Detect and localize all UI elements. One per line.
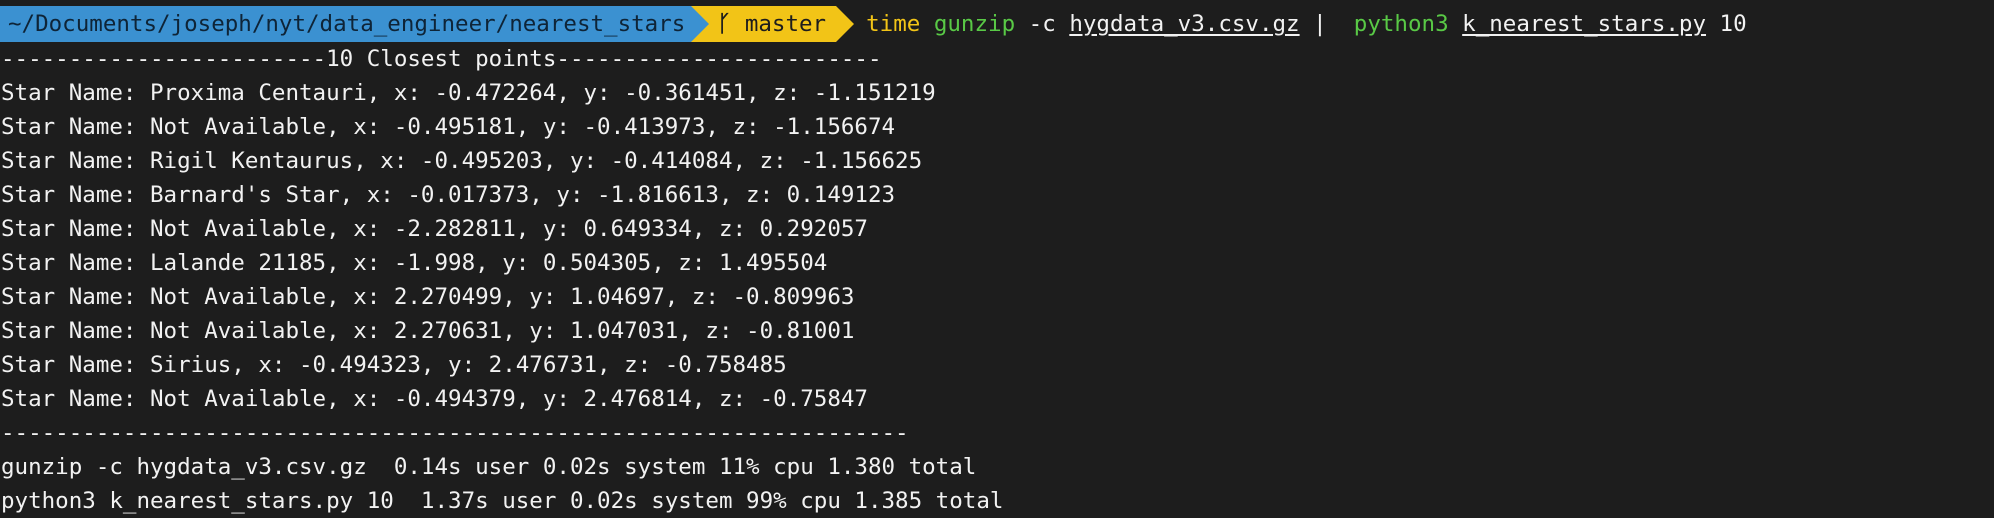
output-line: Star Name: Not Available, x: 2.270631, y… xyxy=(1,318,855,344)
output-line: Star Name: Rigil Kentaurus, x: -0.495203… xyxy=(1,148,923,174)
terminal-window[interactable]: ~/Documents/joseph/nyt/data_engineer/nea… xyxy=(0,0,1994,518)
command-script: k_nearest_stars.py xyxy=(1462,11,1707,37)
output-line: Star Name: Lalande 21185, x: -1.998, y: … xyxy=(1,250,828,276)
output-line: Star Name: Proxima Centauri, x: -0.47226… xyxy=(1,80,936,106)
timing-line: gunzip -c hygdata_v3.csv.gz 0.14s user 0… xyxy=(1,454,977,480)
command-input[interactable]: time gunzip -c hygdata_v3.csv.gz | pytho… xyxy=(866,6,1747,42)
prompt-path: ~/Documents/joseph/nyt/data_engineer/nea… xyxy=(0,6,692,42)
branch-name: master xyxy=(744,11,827,37)
prompt-line: ~/Documents/joseph/nyt/data_engineer/nea… xyxy=(0,6,1994,42)
command-gunzip: gunzip xyxy=(933,11,1016,37)
output-line: Star Name: Not Available, x: -0.495181, … xyxy=(1,114,896,140)
powerline-separator-icon xyxy=(836,6,855,42)
output-line: Star Name: Not Available, x: -0.494379, … xyxy=(1,386,868,412)
output-line: Star Name: Not Available, x: -2.282811, … xyxy=(1,216,868,242)
timing-line: python3 k_nearest_stars.py 10 1.37s user… xyxy=(1,488,1004,514)
output-line: Star Name: Barnard's Star, x: -0.017373,… xyxy=(1,182,896,208)
command-pipe: | xyxy=(1299,11,1354,37)
output-line: Star Name: Not Available, x: 2.270499, y… xyxy=(1,284,855,310)
command-time: time xyxy=(866,11,921,37)
git-branch-icon: ᚴ xyxy=(717,11,731,37)
command-flag: -c xyxy=(1015,11,1070,37)
command-file: hygdata_v3.csv.gz xyxy=(1069,11,1300,37)
output-line: Star Name: Sirius, x: -0.494323, y: 2.47… xyxy=(1,352,787,378)
command-arg: 10 xyxy=(1706,11,1747,37)
output-header: ------------------------10 Closest point… xyxy=(1,46,882,72)
prompt-git-branch: ᚴ master xyxy=(709,6,837,42)
output-footer: ----------------------------------------… xyxy=(1,420,909,446)
command-python: python3 xyxy=(1353,11,1449,37)
powerline-separator-icon xyxy=(691,6,710,42)
